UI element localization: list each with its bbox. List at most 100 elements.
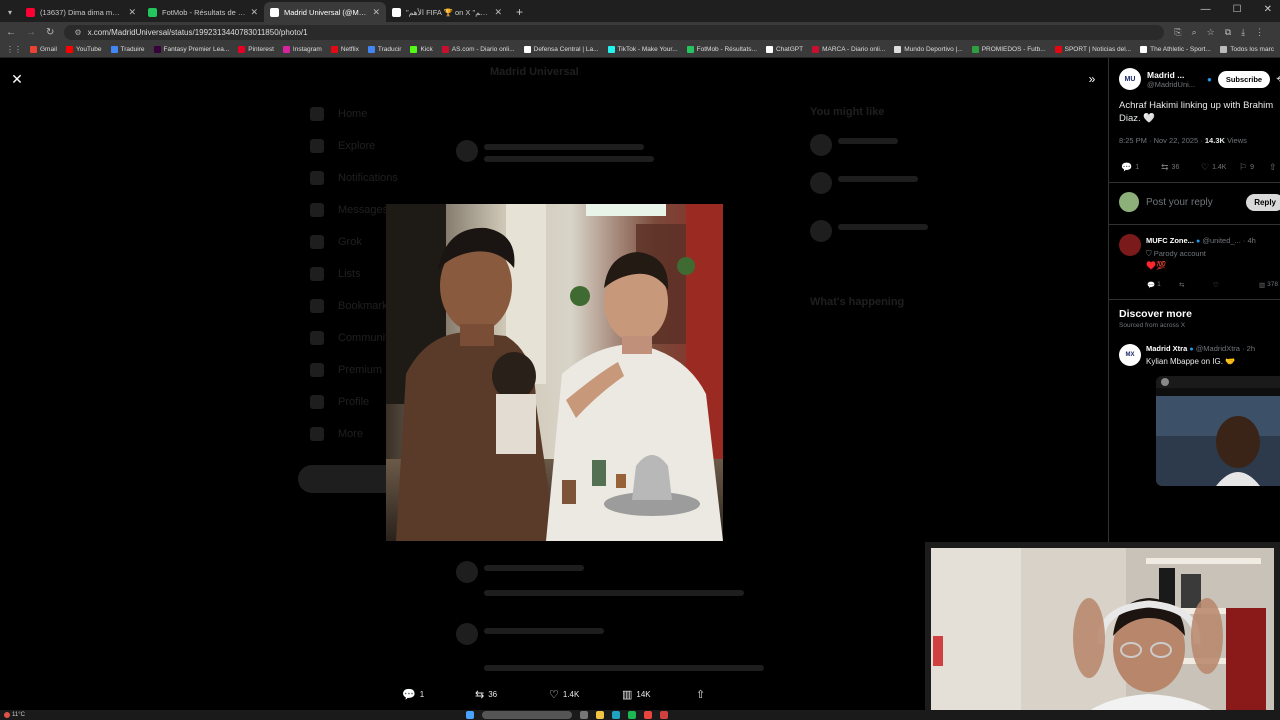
spotify-icon[interactable] (628, 711, 636, 719)
url-bar[interactable]: ⚙ x.com/MadridUniversal/status/199231344… (64, 24, 1165, 40)
browser-tab[interactable]: (13637) Dima dima maghr... ✕ (20, 2, 142, 22)
bookmark-favicon-icon (523, 46, 531, 53)
collapse-panel-icon[interactable]: » (1083, 70, 1101, 88)
bookmark-item[interactable]: Mundo Deportivo |... (894, 46, 963, 53)
close-tab-icon[interactable]: ✕ (494, 7, 502, 18)
post-time[interactable]: 8:25 PM · Nov 22, 2025 · (1119, 136, 1205, 145)
screen: ▾ (13637) Dima dima maghr...✕FotMob - Ré… (0, 0, 1280, 720)
bookmark-item[interactable]: Traducir (367, 46, 401, 53)
install-icon[interactable]: ⎘ (1174, 27, 1181, 38)
background-nav-label: More (338, 428, 364, 440)
bookmark-favicon-icon (441, 46, 449, 53)
task-view-icon[interactable] (580, 711, 588, 719)
close-window-icon[interactable]: ✕ (1264, 4, 1272, 15)
edge-icon[interactable] (612, 711, 620, 719)
bookmark-item[interactable]: TikTok - Make Your... (607, 46, 678, 53)
site-info-icon[interactable]: ⚙ (74, 28, 81, 37)
bookmark-label: The Athletic - Sport... (1150, 46, 1211, 53)
bookmark-item[interactable]: Fantasy Premier Lea... (153, 46, 230, 53)
temperature: 11°C (12, 712, 25, 718)
stat-likes[interactable]: ♡ 1.4K (1201, 162, 1226, 173)
discover-handle[interactable]: @MadridXtra (1196, 344, 1240, 353)
bookmark-item[interactable]: Defensa Central | La... (523, 46, 599, 53)
share-icon[interactable]: ⇧ (1269, 162, 1277, 173)
like-action[interactable]: ♡ 1.4K (549, 688, 579, 701)
views-action[interactable]: ▥ 14K (622, 688, 651, 701)
reply-input[interactable]: Post your reply (1146, 197, 1239, 208)
share-action[interactable]: ⇧ (696, 688, 705, 701)
reload-icon[interactable]: ↻ (46, 27, 54, 38)
bookmark-item[interactable]: Pinterest (238, 46, 274, 53)
tab-search-icon[interactable]: ▾ (0, 8, 20, 22)
bookmark-item[interactable]: PROMIEDOS - Futb... (971, 46, 1046, 53)
reply-action[interactable]: 💬 1 (402, 688, 424, 701)
back-icon[interactable]: ← (6, 27, 16, 38)
bookmark-item[interactable]: Netflix (330, 46, 359, 53)
star-icon[interactable]: ☆ (1207, 27, 1215, 38)
comment-author-name[interactable]: MUFC Zone... (1146, 236, 1194, 245)
maximize-icon[interactable]: ☐ (1233, 4, 1242, 15)
apps-icon[interactable]: ⋮⋮ (6, 45, 22, 54)
close-tab-icon[interactable]: ✕ (250, 7, 258, 18)
app-icon[interactable] (660, 711, 668, 719)
bookmark-item[interactable]: FotMob - Résultats... (686, 46, 757, 53)
background-nav-icon (310, 395, 324, 409)
discover-media[interactable] (1156, 376, 1280, 486)
discover-avatar[interactable]: MX (1119, 344, 1141, 366)
bookmark-item[interactable]: SPORT | Noticias del... (1054, 46, 1131, 53)
start-icon[interactable] (466, 711, 474, 719)
browser-tab[interactable]: Madrid Universal (@MadridUni... ✕ (264, 2, 387, 22)
bookmark-label: Fantasy Premier Lea... (163, 46, 230, 53)
comment-views[interactable]: ▥ 378 (1259, 281, 1278, 289)
explorer-icon[interactable] (596, 711, 604, 719)
search-icon[interactable] (482, 711, 572, 719)
post-photo[interactable] (386, 204, 723, 541)
all-bookmarks[interactable]: Todos los marc (1220, 46, 1274, 53)
background-nav-icon (310, 171, 324, 185)
downloads-icon[interactable]: ⤓ (1241, 27, 1245, 38)
comment-repost[interactable]: ⇆ (1179, 281, 1184, 289)
browser-tab[interactable]: FotMob - Résultats de football ✕ (142, 2, 264, 22)
grok-icon[interactable]: ⟲ (1276, 74, 1280, 85)
bookmark-item[interactable]: Kick (410, 46, 433, 53)
stat-bookmarks[interactable]: ⚐ 9 (1239, 162, 1254, 173)
address-toolbar: ← → ↻ ⚙ x.com/MadridUniversal/status/199… (0, 22, 1280, 42)
forward-icon[interactable]: → (26, 27, 36, 38)
minimize-icon[interactable]: — (1201, 4, 1211, 15)
bookmark-favicon-icon (153, 46, 161, 53)
author-name[interactable]: Madrid ... (1147, 70, 1205, 80)
browser-tab[interactable]: "الأهم FIFA 🏆 on X "كأس العالم ✕ (386, 2, 508, 22)
background-nav-label: Home (338, 108, 368, 120)
close-tab-icon[interactable]: ✕ (128, 7, 136, 18)
author-handle[interactable]: @MadridUni... (1147, 80, 1205, 89)
weather-widget[interactable]: 11°C (4, 712, 25, 718)
bookmark-item[interactable]: YouTube (65, 46, 102, 53)
stat-reposts[interactable]: ⇆ 36 (1161, 162, 1179, 173)
bookmark-item[interactable]: Instagram (282, 46, 322, 53)
zoom-icon[interactable]: ⌕ (1192, 27, 1197, 38)
close-viewer-icon[interactable]: ✕ (8, 70, 26, 88)
bookmark-item[interactable]: Gmail (30, 46, 57, 53)
stat-replies[interactable]: 💬 1 (1121, 162, 1139, 173)
repost-action[interactable]: ⇆ 36 (475, 688, 497, 701)
comment-like[interactable]: ♡ (1213, 281, 1219, 289)
bookmark-item[interactable]: The Athletic - Sport... (1140, 46, 1211, 53)
bookmark-item[interactable]: Traduire (110, 46, 145, 53)
bookmark-item[interactable]: MARCA - Diario onli... (812, 46, 885, 53)
menu-icon[interactable]: ⋮ (1255, 27, 1264, 38)
discover-author-name[interactable]: Madrid Xtra (1146, 344, 1187, 353)
author-avatar[interactable]: MU (1119, 68, 1141, 90)
bookmark-item[interactable]: ChatGPT (765, 46, 803, 53)
bookmark-item[interactable]: AS.com - Diario onli... (441, 46, 515, 53)
background-line (484, 156, 654, 162)
close-tab-icon[interactable]: ✕ (372, 7, 380, 18)
background-nav-item: Notifications (310, 162, 402, 194)
comment-avatar[interactable] (1119, 234, 1141, 256)
subscribe-button[interactable]: Subscribe (1217, 70, 1271, 88)
chrome-icon[interactable] (644, 711, 652, 719)
extensions-icon[interactable]: ⧉ (1225, 27, 1231, 38)
comment-handle[interactable]: @united_... (1202, 236, 1240, 245)
new-tab-button[interactable]: + (508, 5, 531, 22)
reply-button[interactable]: Reply (1246, 193, 1280, 211)
comment-reply[interactable]: 💬 1 (1147, 281, 1161, 289)
